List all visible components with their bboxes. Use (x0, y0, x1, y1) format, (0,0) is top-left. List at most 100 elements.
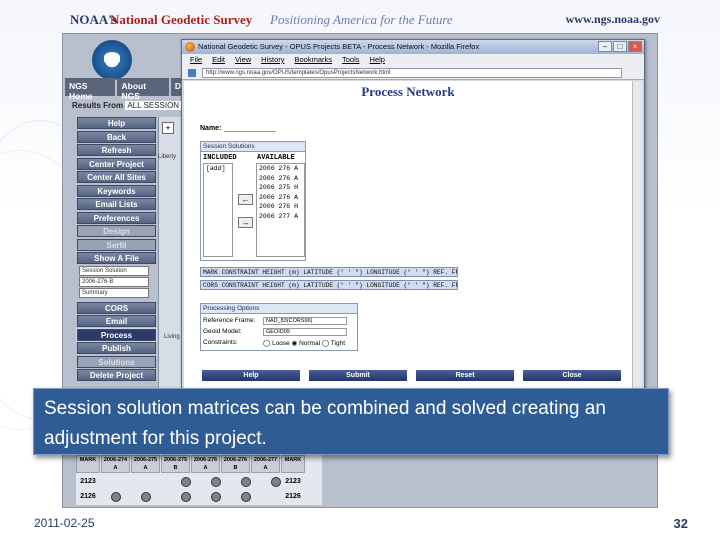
ngs-name: National Geodetic Survey (110, 12, 253, 27)
session-matrix-grid: MARK 2006-274 A 2006-275 A 2006-275 B 20… (76, 455, 322, 505)
name-label: Name: (200, 125, 222, 132)
available-list[interactable]: 2006 276 A 2006 276 A 2006 275 H 2006 27… (256, 163, 305, 257)
preferences-button[interactable]: Preferences (77, 211, 156, 224)
close-button[interactable]: Close (523, 370, 621, 381)
publish-button[interactable]: Publish (77, 342, 156, 354)
grid-header: MARK (281, 455, 305, 473)
help-action-button[interactable]: Help (202, 370, 300, 381)
design-button[interactable]: Design (77, 225, 156, 237)
slide-date: 2011-02-25 (34, 516, 95, 530)
window-titlebar: National Geodetic Survey - OPUS Projects… (182, 40, 644, 54)
maximize-icon[interactable]: □ (613, 41, 627, 52)
help-button[interactable]: Help (77, 117, 156, 129)
included-list[interactable]: [add] (203, 163, 233, 257)
list-item[interactable]: 2006 275 H (259, 183, 304, 193)
close-icon[interactable]: × (628, 41, 642, 52)
slide-caption: Session solution matrices can be combine… (33, 388, 669, 455)
list-item[interactable]: 2006 277 A (259, 212, 304, 222)
ref-frame-label: Reference Frame: (203, 317, 256, 324)
arrow-left-button[interactable]: ← (238, 194, 253, 205)
list-item[interactable]: 2006 276 A (259, 193, 304, 203)
email-button[interactable]: Email (77, 315, 156, 327)
grid-row-label: 2123 (80, 478, 96, 485)
menu-file[interactable]: File (190, 54, 202, 66)
grid-header: 2006-276 B (221, 455, 250, 473)
menu-history[interactable]: History (261, 54, 284, 66)
list-item[interactable]: [add] (206, 164, 232, 173)
center-project-button[interactable]: Center Project (77, 157, 156, 170)
noaa-bird-icon (104, 52, 120, 62)
session-solutions-box: Session Solutions INCLUDED AVAILABLE [ad… (200, 141, 306, 261)
address-bar: http://www.ngs.noaa.gov/OPUS/templates/O… (182, 66, 644, 80)
zoom-in-button[interactable]: + (162, 122, 174, 134)
grid-row-label: 2126 (80, 493, 96, 500)
refresh-button[interactable]: Refresh (77, 144, 156, 156)
session-select[interactable]: 2006-276-B (79, 276, 149, 287)
ngs-label: National Geodetic Survey (110, 12, 252, 28)
list-item[interactable]: 2006 276 A (259, 174, 304, 184)
nav-tab-ngs-home[interactable]: NGS Home (65, 78, 116, 101)
left-nav: Help Back Refresh Center Project Center … (76, 117, 157, 383)
ref-frame-select[interactable]: NAD_83(CORS96) (263, 317, 347, 325)
delete-project-button[interactable]: Delete Project (77, 369, 156, 381)
geoid-label: Geoid Model: (203, 328, 242, 335)
keywords-button[interactable]: Keywords (77, 184, 156, 197)
grid-header: 2006-274 A (101, 455, 130, 473)
session-toggle-dot[interactable] (111, 492, 121, 502)
arrow-right-button[interactable]: → (238, 217, 253, 228)
session-toggle-dot[interactable] (141, 492, 151, 502)
submit-button[interactable]: Submit (309, 370, 407, 381)
session-toggle-dot[interactable] (211, 492, 221, 502)
session-toggle-dot[interactable] (271, 477, 281, 487)
geoid-select[interactable]: GEOID09 (263, 328, 347, 336)
file-type-select[interactable]: Session Solution (79, 265, 149, 276)
menu-bookmarks[interactable]: Bookmarks (295, 54, 333, 66)
serfil-button[interactable]: Serfil (77, 238, 156, 251)
summary-select[interactable]: Summary (79, 287, 149, 298)
session-box-title: Session Solutions (201, 142, 305, 152)
menu-edit[interactable]: Edit (212, 54, 225, 66)
grid-header: 2006-277 A (251, 455, 280, 473)
minimize-icon[interactable]: – (598, 41, 612, 52)
list-item[interactable]: 2006 276 H (259, 202, 304, 212)
cors-button[interactable]: CORS (77, 301, 156, 314)
grid-header: MARK (76, 455, 100, 473)
grid-header: 2006-276 A (191, 455, 220, 473)
available-header: AVAILABLE (257, 154, 295, 162)
firefox-window: National Geodetic Survey - OPUS Projects… (181, 39, 645, 397)
menu-help[interactable]: Help (370, 54, 385, 66)
results-label: Results From (72, 101, 124, 110)
solutions-button[interactable]: Solutions (77, 355, 156, 368)
site-icon (188, 69, 196, 77)
page-title: Process Network (361, 84, 455, 99)
page-content: Process Network Name: Session Solutions … (184, 81, 632, 395)
nav-tab-about-ngs[interactable]: About NGS (117, 78, 169, 101)
reset-button[interactable]: Reset (416, 370, 514, 381)
processing-options-box: Processing Options Reference Frame: NAD_… (200, 303, 358, 351)
session-toggle-dot[interactable] (181, 477, 191, 487)
name-input[interactable] (224, 131, 276, 132)
show-a-file-button[interactable]: Show A File (77, 252, 156, 264)
email-lists-button[interactable]: Email Lists (77, 198, 156, 210)
center-all-sites-button[interactable]: Center All Sites (77, 171, 156, 183)
menu-tools[interactable]: Tools (342, 54, 360, 66)
map-label: Living (164, 334, 180, 340)
menu-view[interactable]: View (235, 54, 251, 66)
url-field[interactable]: http://www.ngs.noaa.gov/OPUS/templates/O… (202, 68, 622, 78)
ngs-banner: NOAA's National Geodetic Survey Position… (70, 12, 660, 34)
constraints-radio-group[interactable]: ◯ Loose ◉ Normal ◯ Tight (263, 339, 345, 347)
back-button[interactable]: Back (77, 130, 156, 143)
firefox-icon (185, 42, 195, 52)
process-button[interactable]: Process (76, 327, 157, 342)
list-item[interactable]: 2006 276 A (259, 164, 304, 174)
ngs-tagline: Positioning America for the Future (270, 12, 453, 27)
session-toggle-dot[interactable] (181, 492, 191, 502)
session-toggle-dot[interactable] (211, 477, 221, 487)
vertical-scrollbar[interactable] (632, 81, 642, 395)
window-controls: – □ × (598, 41, 642, 52)
menu-bar: File Edit View History Bookmarks Tools H… (182, 54, 644, 66)
session-toggle-dot[interactable] (241, 492, 251, 502)
cors-table-header: CORS CONSTRAINT HEIGHT (m) LATITUDE (° '… (200, 280, 458, 290)
slide-page-number: 32 (673, 516, 688, 531)
session-toggle-dot[interactable] (241, 477, 251, 487)
